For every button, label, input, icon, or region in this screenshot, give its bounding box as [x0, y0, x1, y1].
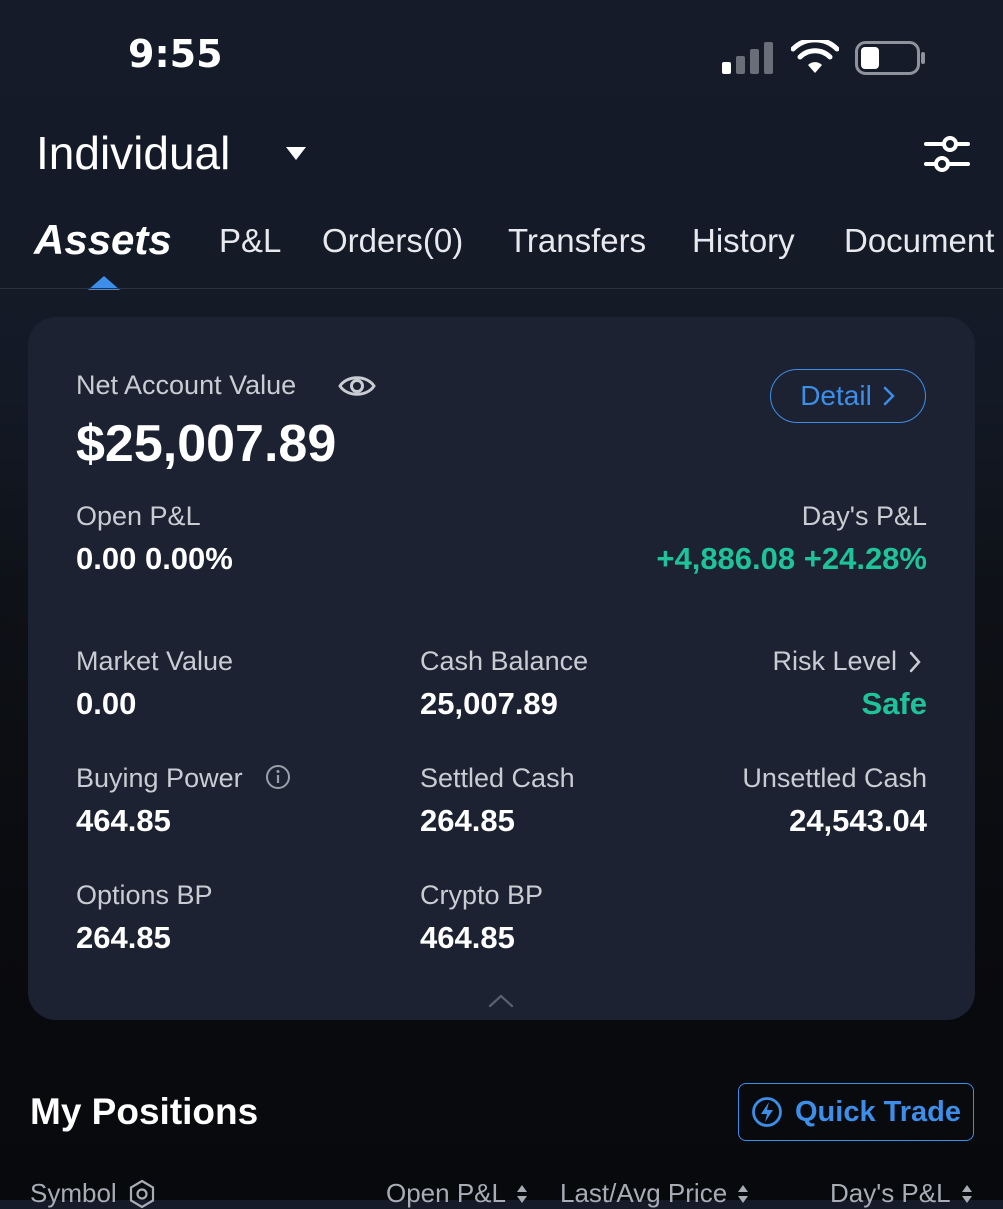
market-value: 0.00	[76, 686, 137, 721]
market-value-label: Market Value	[76, 646, 234, 676]
settled-cash-label: Settled Cash	[420, 763, 575, 793]
battery-icon	[855, 41, 925, 75]
tab-orders[interactable]: Orders(0)	[322, 222, 463, 260]
quick-trade-button[interactable]: Quick Trade	[738, 1083, 974, 1141]
cash-balance-label: Cash Balance	[420, 646, 589, 676]
tab-transfers[interactable]: Transfers	[508, 222, 646, 260]
lightning-icon	[752, 1097, 782, 1127]
sort-icon	[516, 1184, 527, 1203]
chevron-right-icon	[883, 386, 895, 406]
column-header-days-pl[interactable]: Day's P&L	[830, 1178, 973, 1209]
unsettled-cash-label: Unsettled Cash	[742, 763, 927, 793]
net-account-value-label: Net Account Value	[76, 370, 297, 400]
column-header-open-pl[interactable]: Open P&L	[386, 1178, 528, 1209]
open-pl-label: Open P&L	[76, 501, 201, 531]
days-pl-label: Day's P&L	[801, 501, 927, 531]
cash-balance-value: 25,007.89	[420, 686, 558, 721]
unsettled-cash-value: 24,543.04	[789, 803, 927, 838]
settled-cash-value: 264.85	[420, 803, 515, 838]
tab-history[interactable]: History	[692, 222, 795, 260]
options-bp-label: Options BP	[76, 880, 213, 910]
info-icon[interactable]	[265, 764, 291, 790]
column-header-symbol[interactable]: Symbol	[30, 1178, 157, 1209]
quick-trade-label: Quick Trade	[794, 1095, 961, 1128]
column-header-last-avg-price[interactable]: Last/Avg Price	[560, 1178, 749, 1209]
column-header-last-avg-price-label: Last/Avg Price	[560, 1178, 728, 1208]
buying-power-label: Buying Power	[76, 763, 243, 793]
column-header-open-pl-label: Open P&L	[386, 1178, 506, 1208]
wifi-icon	[791, 40, 839, 73]
risk-level-label[interactable]: Risk Level	[772, 646, 897, 677]
net-account-value: $25,007.89	[76, 415, 337, 473]
tab-divider	[0, 288, 1003, 289]
sort-icon	[738, 1184, 749, 1203]
tab-document[interactable]: Document	[844, 222, 994, 260]
caret-down-icon[interactable]	[284, 144, 308, 162]
detail-button[interactable]: Detail	[770, 369, 926, 423]
buying-power-value: 464.85	[76, 803, 171, 838]
options-bp-value: 264.85	[76, 920, 171, 955]
positions-title: My Positions	[30, 1091, 259, 1132]
settings-icon	[129, 1179, 154, 1208]
detail-button-label: Detail	[800, 380, 872, 411]
column-header-days-pl-label: Day's P&L	[830, 1178, 951, 1208]
column-header-symbol-label: Symbol	[30, 1178, 117, 1208]
open-pl-value: 0.00 0.00%	[76, 541, 233, 576]
risk-level-value: Safe	[861, 686, 927, 721]
crypto-bp-label: Crypto BP	[420, 880, 544, 910]
status-time: 9:55	[128, 32, 223, 76]
account-selector[interactable]: Individual	[36, 126, 230, 180]
chevron-up-icon[interactable]	[488, 994, 514, 1008]
tab-assets[interactable]: Assets	[34, 216, 172, 264]
crypto-bp-value: 464.85	[420, 920, 515, 955]
chevron-right-icon[interactable]	[908, 650, 922, 674]
eye-icon[interactable]	[338, 372, 376, 400]
tab-bar: Assets P&L Orders(0) Transfers History D…	[0, 214, 1003, 290]
tab-pl[interactable]: P&L	[219, 222, 281, 260]
days-pl-value: +4,886.08 +24.28%	[656, 541, 927, 576]
sort-icon	[961, 1184, 972, 1203]
settings-sliders-icon[interactable]	[924, 134, 970, 174]
cellular-signal-icon	[722, 42, 773, 74]
